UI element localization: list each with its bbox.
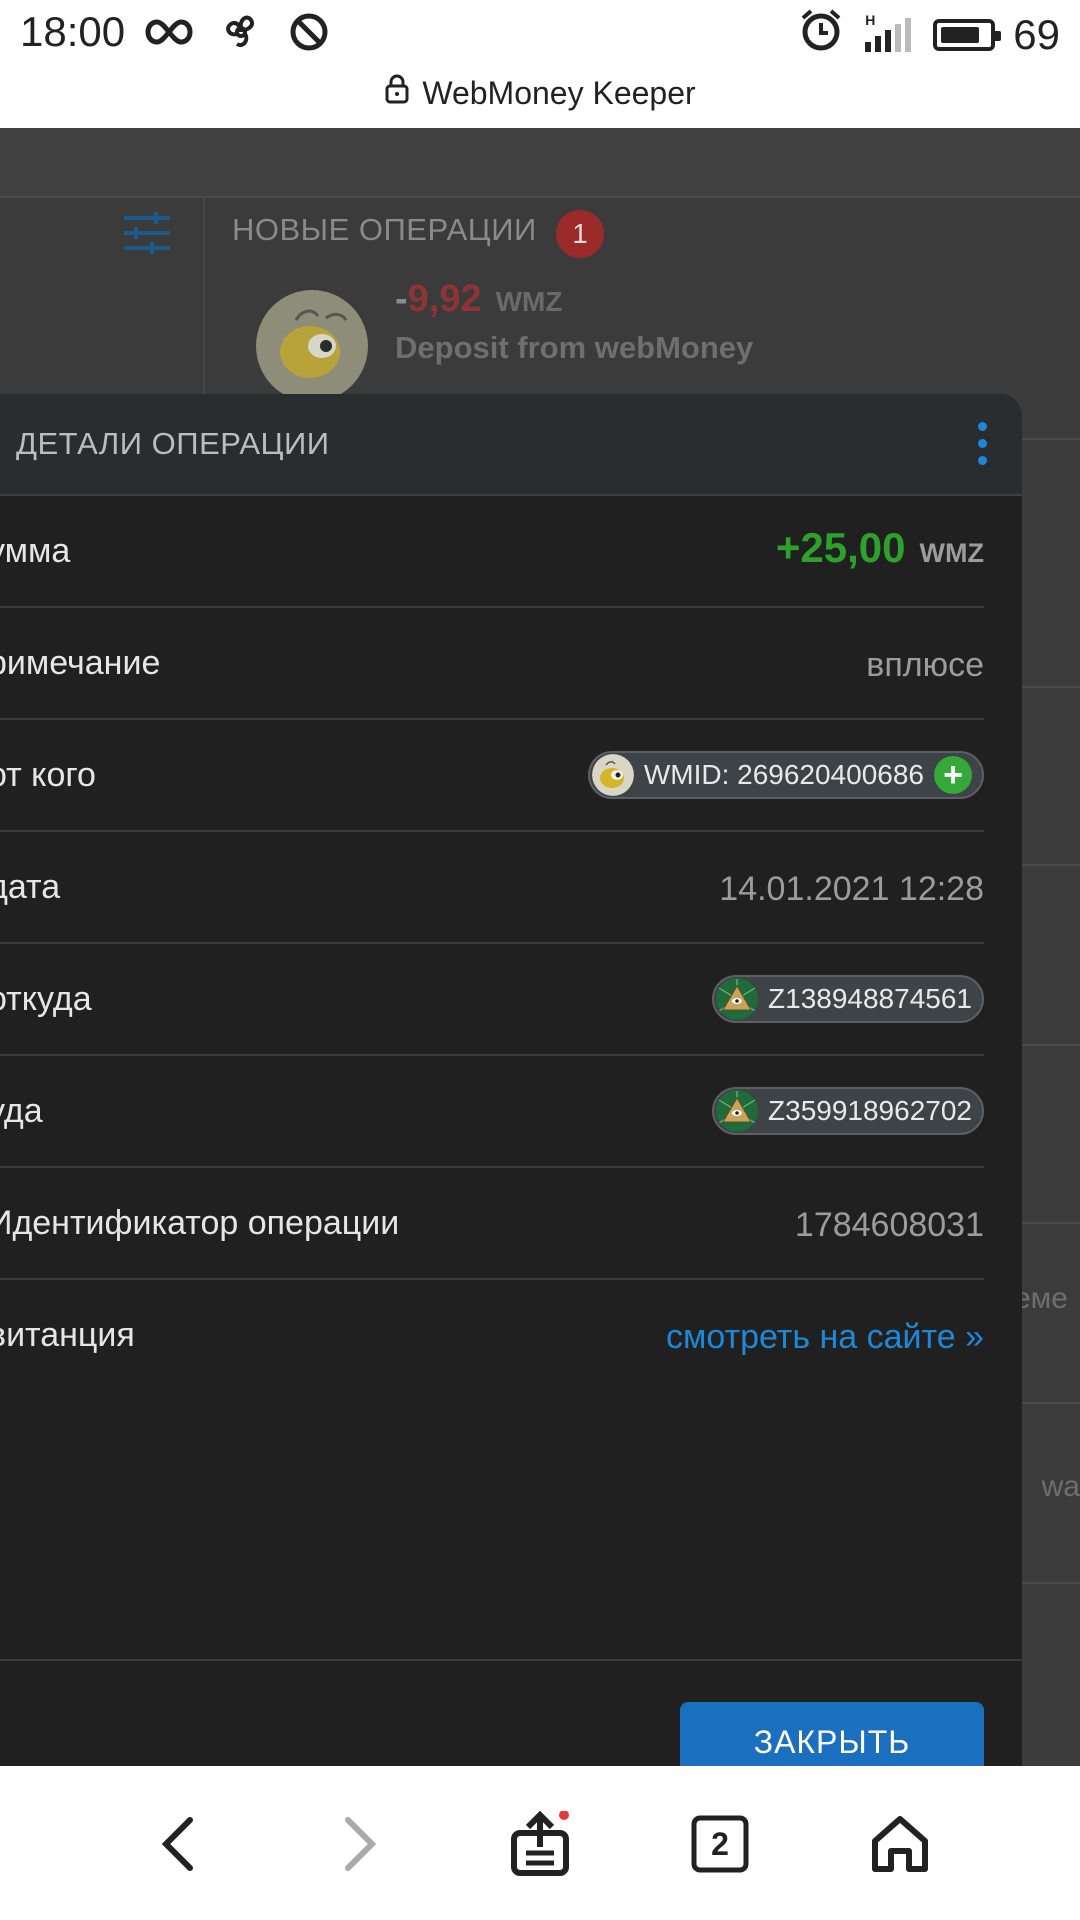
home-icon[interactable] bbox=[864, 1808, 936, 1880]
row-label: дата bbox=[0, 868, 61, 906]
row-label: от кого bbox=[0, 756, 96, 794]
row-operation-id: Идентификатор операции 1784608031 bbox=[0, 1168, 984, 1280]
row-amount: умма +25,00WMZ bbox=[0, 496, 984, 608]
tabs-count: 2 bbox=[711, 1825, 729, 1862]
dialog-footer-divider bbox=[0, 1659, 1022, 1661]
row-label: Идентификатор операции bbox=[0, 1204, 400, 1242]
background-partial-text: еме bbox=[1014, 1282, 1068, 1315]
purse-chip[interactable]: Z138948874561 bbox=[712, 975, 984, 1023]
more-options-icon[interactable] bbox=[976, 422, 988, 468]
row-label: уда bbox=[0, 1092, 43, 1130]
new-operations-title: НОВЫЕ ОПЕРАЦИИ bbox=[232, 212, 537, 247]
last-operation-amount: -9,92 WMZ bbox=[395, 278, 563, 320]
dialog-header: ДЕТАЛИ ОПЕРАЦИИ bbox=[0, 394, 1022, 496]
wmid-chip[interactable]: WMID: 269620400686 + bbox=[587, 751, 984, 799]
close-button[interactable]: ЗАКРЫТЬ bbox=[680, 1702, 984, 1768]
alarm-icon bbox=[799, 8, 843, 62]
purse-number: Z359918962702 bbox=[768, 1095, 972, 1126]
battery-level: 69 bbox=[1013, 11, 1060, 58]
purse-number: Z138948874561 bbox=[768, 983, 972, 1014]
details-list: умма +25,00WMZ римечание вплюсе от кого … bbox=[0, 496, 984, 1390]
row-label: витанция bbox=[0, 1316, 135, 1354]
add-contact-icon[interactable]: + bbox=[934, 756, 972, 794]
filter-icon[interactable] bbox=[122, 210, 172, 261]
pyramid-purse-icon bbox=[716, 1090, 759, 1132]
tabs-icon[interactable]: 2 bbox=[684, 1808, 756, 1880]
infinity-icon bbox=[145, 18, 193, 51]
note-value: вплюсе bbox=[866, 646, 984, 684]
date-value: 14.01.2021 12:28 bbox=[719, 870, 984, 908]
wmid-value: WMID: 269620400686 bbox=[643, 759, 924, 790]
new-operations-badge: 1 bbox=[556, 210, 604, 258]
lock-icon bbox=[384, 74, 410, 112]
row-date: дата 14.01.2021 12:28 bbox=[0, 832, 984, 944]
row-note: римечание вплюсе bbox=[0, 608, 984, 720]
share-icon[interactable] bbox=[504, 1808, 576, 1880]
operation-details-dialog: ДЕТАЛИ ОПЕРАЦИИ умма +25,00WMZ римечание… bbox=[0, 394, 1022, 1768]
status-time: 18:00 bbox=[20, 8, 126, 55]
bee-avatar-icon bbox=[256, 290, 368, 402]
row-label: умма bbox=[0, 532, 71, 570]
browser-url-bar[interactable]: WebMoney Keeper bbox=[0, 68, 1080, 128]
row-label: римечание bbox=[0, 644, 161, 682]
row-label: откуда bbox=[0, 980, 92, 1018]
browser-bottom-nav: 2 bbox=[0, 1766, 1080, 1920]
purse-chip[interactable]: Z359918962702 bbox=[712, 1087, 984, 1135]
amount-value: +25,00 WMZ bbox=[775, 524, 984, 571]
last-operation-description: Deposit from webMoney bbox=[395, 330, 754, 365]
fan-icon bbox=[221, 12, 261, 57]
back-icon[interactable] bbox=[142, 1808, 214, 1880]
do-not-disturb-icon bbox=[289, 12, 329, 57]
operation-id-value: 1784608031 bbox=[794, 1206, 984, 1244]
forward-icon[interactable] bbox=[324, 1808, 396, 1880]
row-receipt: витанция смотреть на сайте » bbox=[0, 1280, 984, 1390]
signal-icon: H bbox=[865, 12, 912, 52]
bee-avatar-icon bbox=[591, 754, 634, 796]
view-on-site-link[interactable]: смотреть на сайте » bbox=[666, 1318, 984, 1357]
status-bar: 18:00 H 69 bbox=[0, 0, 1080, 68]
row-from-whom: от кого WMID: 269620400686 + bbox=[0, 720, 984, 832]
page-title: WebMoney Keeper bbox=[422, 74, 696, 111]
network-type: H bbox=[865, 12, 876, 28]
background-partial-text: wa bbox=[1041, 1470, 1080, 1503]
battery-icon: 69 bbox=[933, 11, 1060, 59]
pyramid-purse-icon bbox=[716, 978, 759, 1020]
row-from-purse: откуда Z138948874561 bbox=[0, 944, 984, 1056]
background-topbar bbox=[0, 128, 1080, 198]
row-to-purse: уда Z359918962702 bbox=[0, 1056, 984, 1168]
dialog-title: ДЕТАЛИ ОПЕРАЦИИ bbox=[16, 426, 330, 461]
